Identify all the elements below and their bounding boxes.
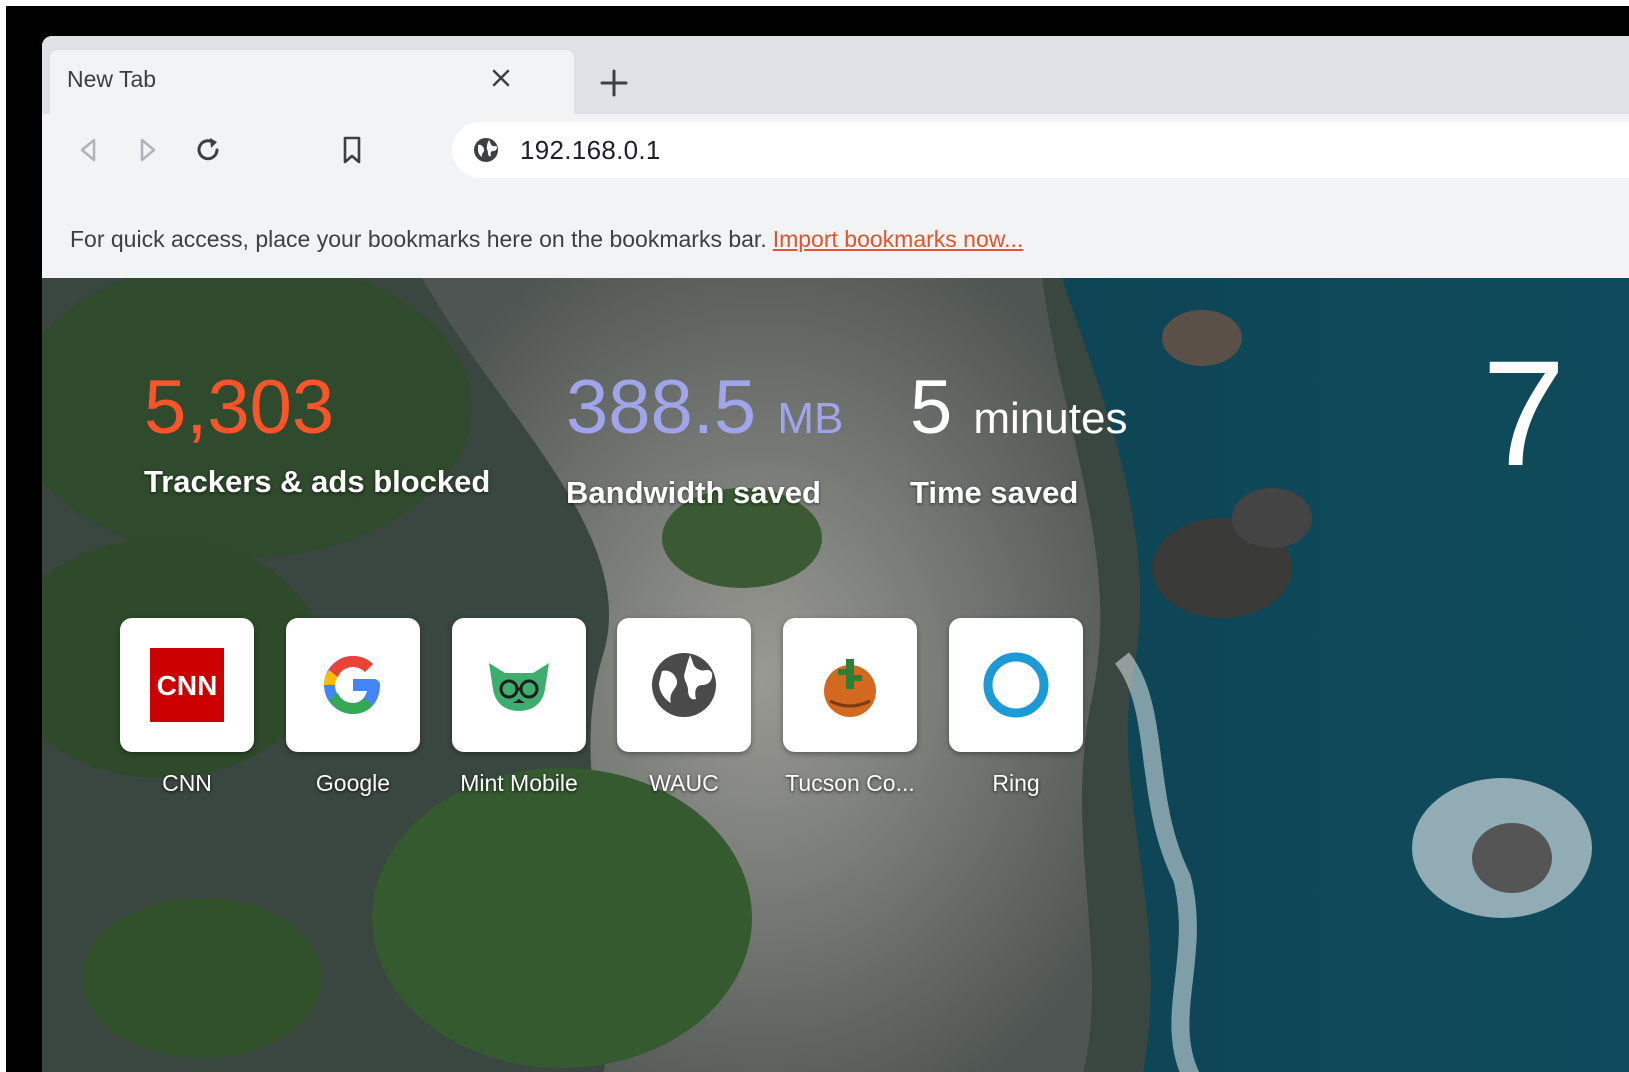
bookmarks-hint-text: For quick access, place your bookmarks h… xyxy=(70,226,767,252)
plus-icon[interactable] xyxy=(597,66,631,100)
globe-icon xyxy=(652,653,716,717)
cnn-icon: CNN xyxy=(150,648,224,722)
time-stat: 5 minutes Time saved xyxy=(910,370,1127,511)
tab-title: New Tab xyxy=(67,66,157,92)
toolbar: 192.168.0.1 xyxy=(42,114,1629,186)
top-site-ring[interactable] xyxy=(949,618,1083,752)
bandwidth-stat: 388.5 MB Bandwidth saved xyxy=(566,370,843,511)
bookmark-icon[interactable] xyxy=(334,132,370,168)
top-site-google[interactable] xyxy=(286,618,420,752)
top-site-cnn[interactable]: CNN xyxy=(120,618,254,752)
trackers-stat: 5,303 Trackers & ads blocked xyxy=(144,370,490,500)
bookmarks-hint: For quick access, place your bookmarks h… xyxy=(70,226,1023,253)
bookmarks-bar: For quick access, place your bookmarks h… xyxy=(42,186,1629,278)
bandwidth-value: 388.5 xyxy=(566,365,757,450)
top-site-tucson[interactable] xyxy=(783,618,917,752)
back-arrow-icon[interactable] xyxy=(70,132,106,168)
time-value: 5 xyxy=(910,365,953,450)
trackers-count: 5,303 xyxy=(144,365,335,450)
mint-mobile-icon xyxy=(489,663,549,711)
tab-strip: New Tab xyxy=(42,36,1629,114)
time-unit: minutes xyxy=(973,394,1128,443)
clock: 7 xyxy=(1482,329,1566,497)
time-label: Time saved xyxy=(910,475,1079,510)
tab-new-tab[interactable]: New Tab xyxy=(50,50,574,114)
top-site-label: Tucson Co... xyxy=(785,770,915,796)
new-tab-page: 5,303 Trackers & ads blocked 388.5 MB Ba… xyxy=(42,278,1629,1072)
tucson-icon xyxy=(824,659,876,717)
top-site-label: WAUC xyxy=(649,770,719,796)
reload-icon[interactable] xyxy=(190,132,226,168)
url-text: 192.168.0.1 xyxy=(520,135,661,165)
top-site-label: Google xyxy=(315,770,391,796)
bandwidth-label: Bandwidth saved xyxy=(566,475,821,510)
top-site-wauc[interactable] xyxy=(617,618,751,752)
svg-text:CNN: CNN xyxy=(157,670,218,701)
close-icon[interactable] xyxy=(486,63,516,93)
import-bookmarks-link[interactable]: Import bookmarks now... xyxy=(773,226,1024,252)
globe-icon[interactable] xyxy=(472,136,500,164)
google-icon xyxy=(324,656,380,714)
browser-window: New Tab 192.168.0.1 For quick access, pl… xyxy=(42,36,1629,1072)
top-site-label: CNN xyxy=(162,770,212,796)
top-site-label: Ring xyxy=(992,770,1040,796)
top-site-label: Mint Mobile xyxy=(460,770,578,796)
top-site-mint-mobile[interactable] xyxy=(452,618,586,752)
bandwidth-unit: MB xyxy=(777,394,844,443)
forward-arrow-icon[interactable] xyxy=(130,132,166,168)
ring-icon xyxy=(983,652,1049,718)
trackers-label: Trackers & ads blocked xyxy=(144,464,491,499)
address-bar[interactable]: 192.168.0.1 xyxy=(452,122,1629,178)
